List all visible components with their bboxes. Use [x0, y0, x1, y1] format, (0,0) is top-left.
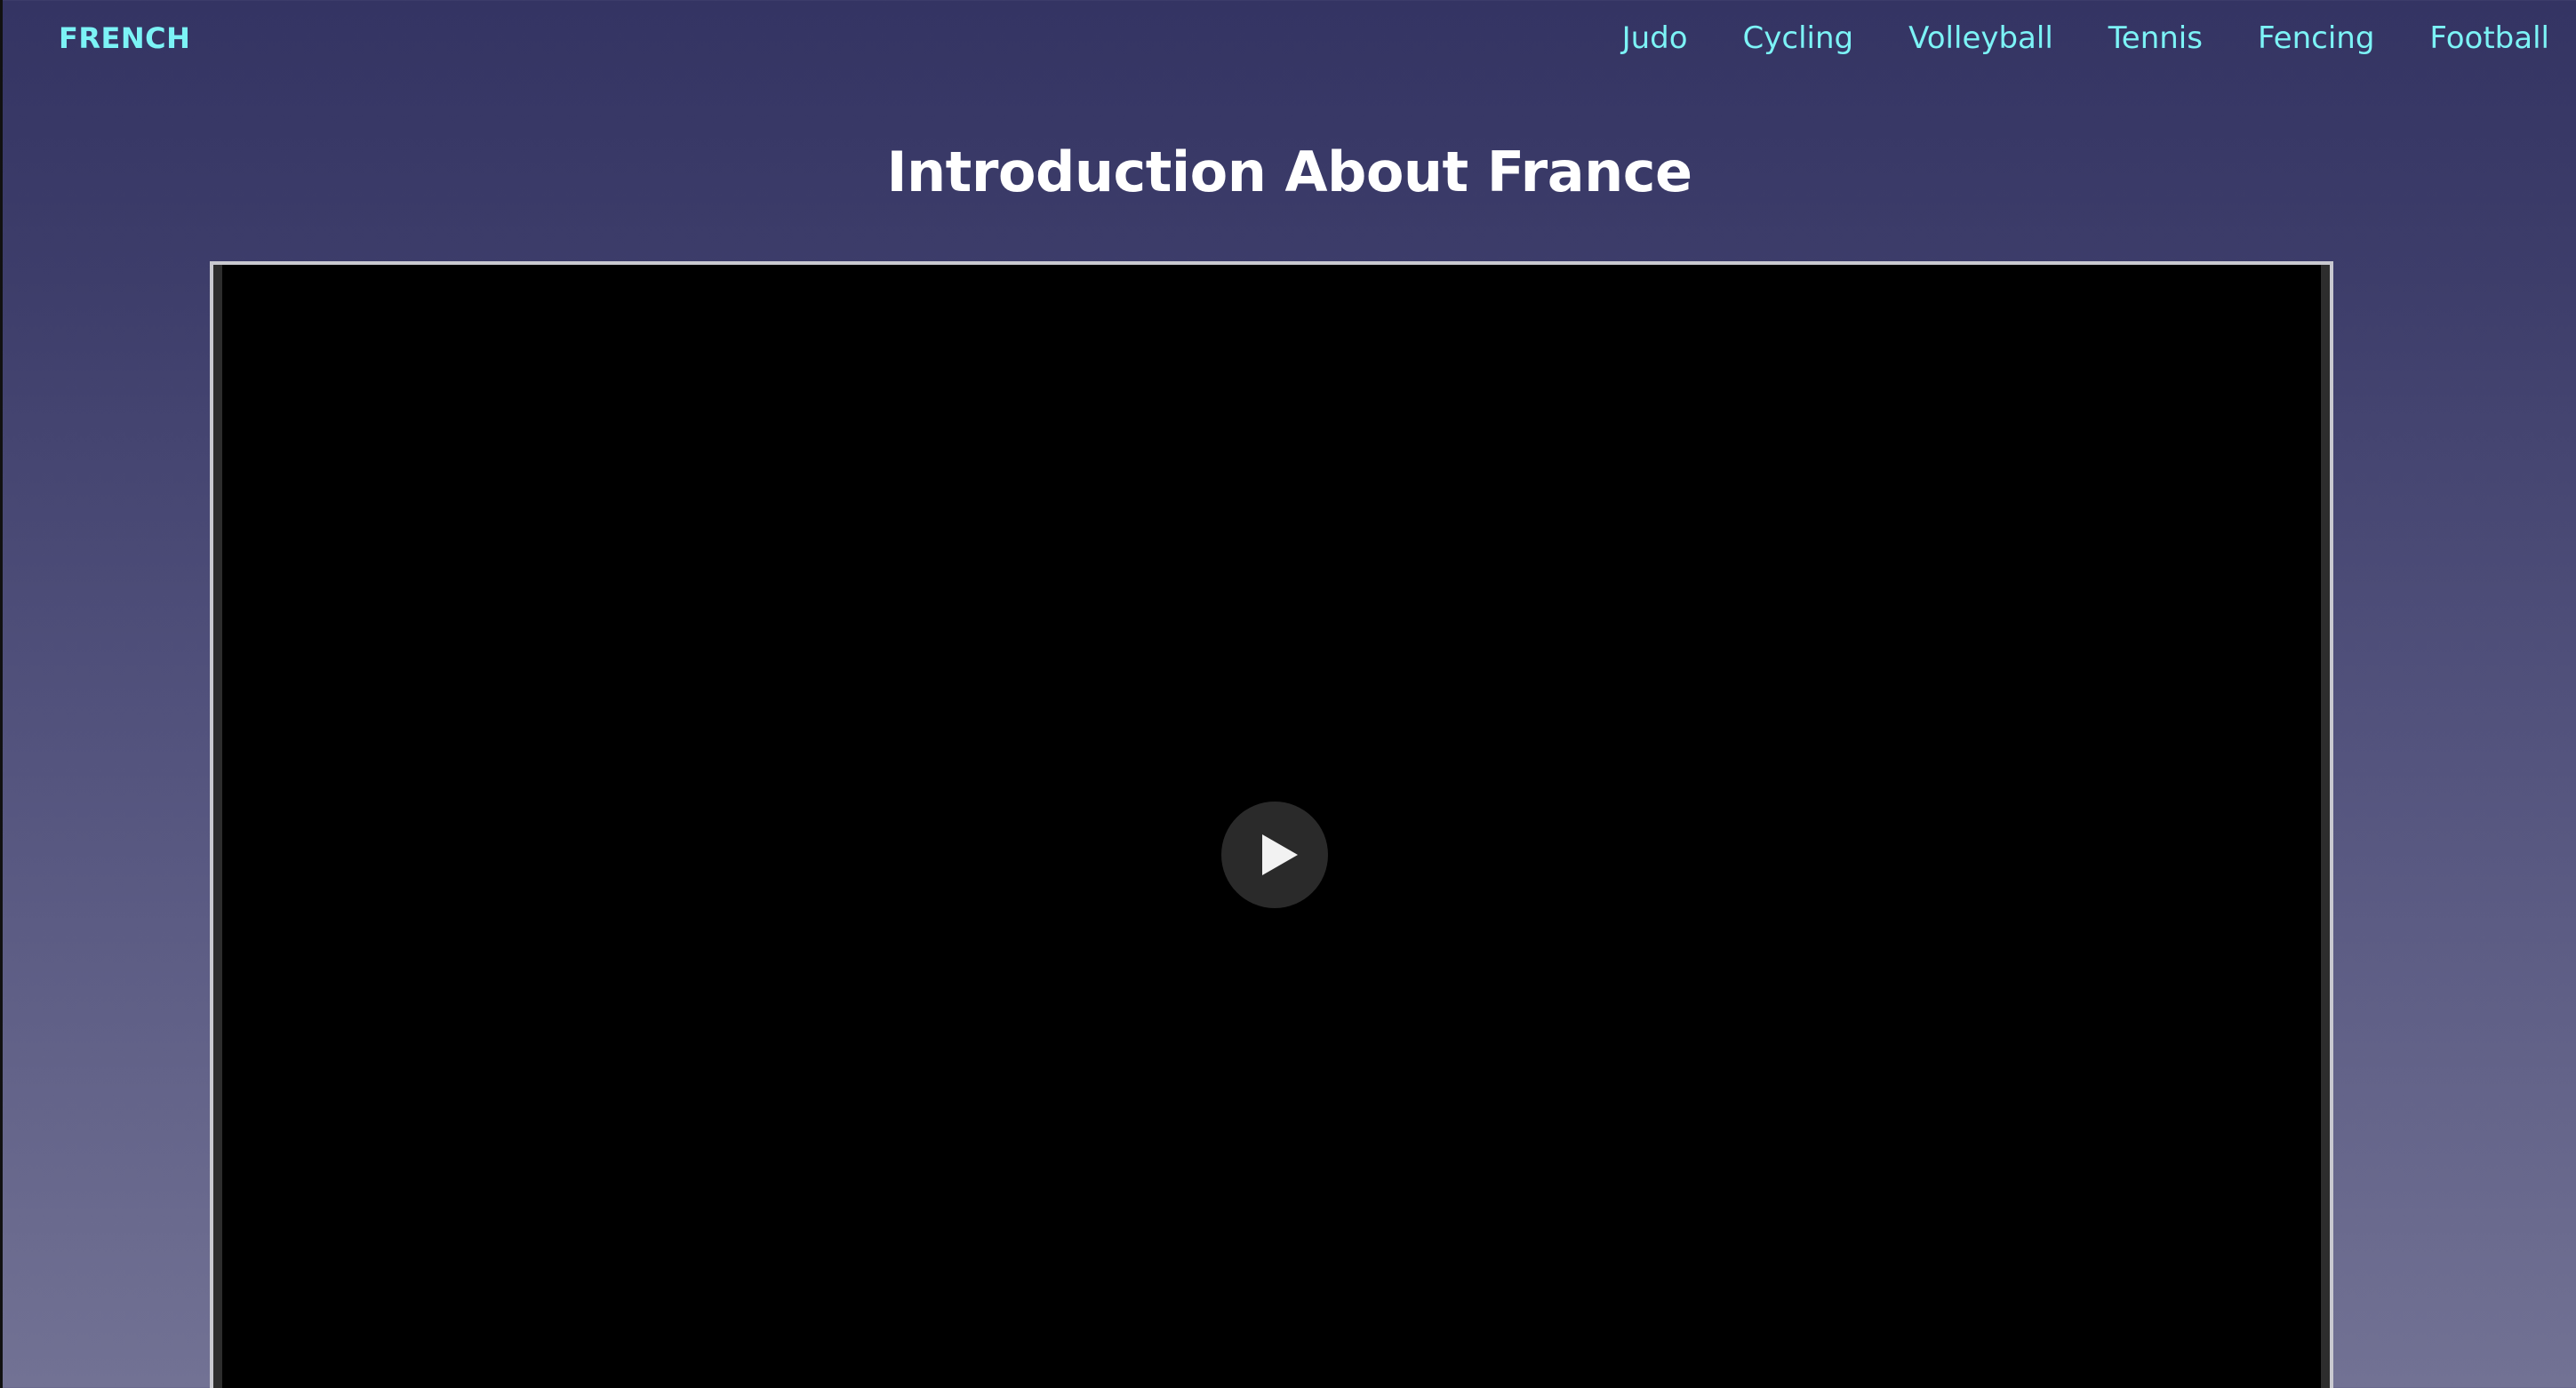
play-button[interactable] [1221, 802, 1328, 908]
nav-link-cycling[interactable]: Cycling [1743, 18, 1854, 59]
video-player[interactable] [210, 261, 2333, 1388]
brand-logo[interactable]: FRENCH [59, 20, 190, 57]
page-title: Introduction About France [886, 140, 1692, 204]
video-screen[interactable] [222, 265, 2321, 1388]
nav-link-fencing[interactable]: Fencing [2258, 18, 2374, 59]
nav-link-judo[interactable]: Judo [1622, 18, 1688, 59]
play-icon [1262, 834, 1298, 875]
nav-links: Judo Cycling Volleyball Tennis Fencing F… [1622, 18, 2549, 59]
nav-link-tennis[interactable]: Tennis [2108, 18, 2203, 59]
nav-link-football[interactable]: Football [2429, 18, 2549, 59]
nav-link-volleyball[interactable]: Volleyball [1908, 18, 2053, 59]
top-navigation: FRENCH Judo Cycling Volleyball Tennis Fe… [3, 0, 2576, 80]
